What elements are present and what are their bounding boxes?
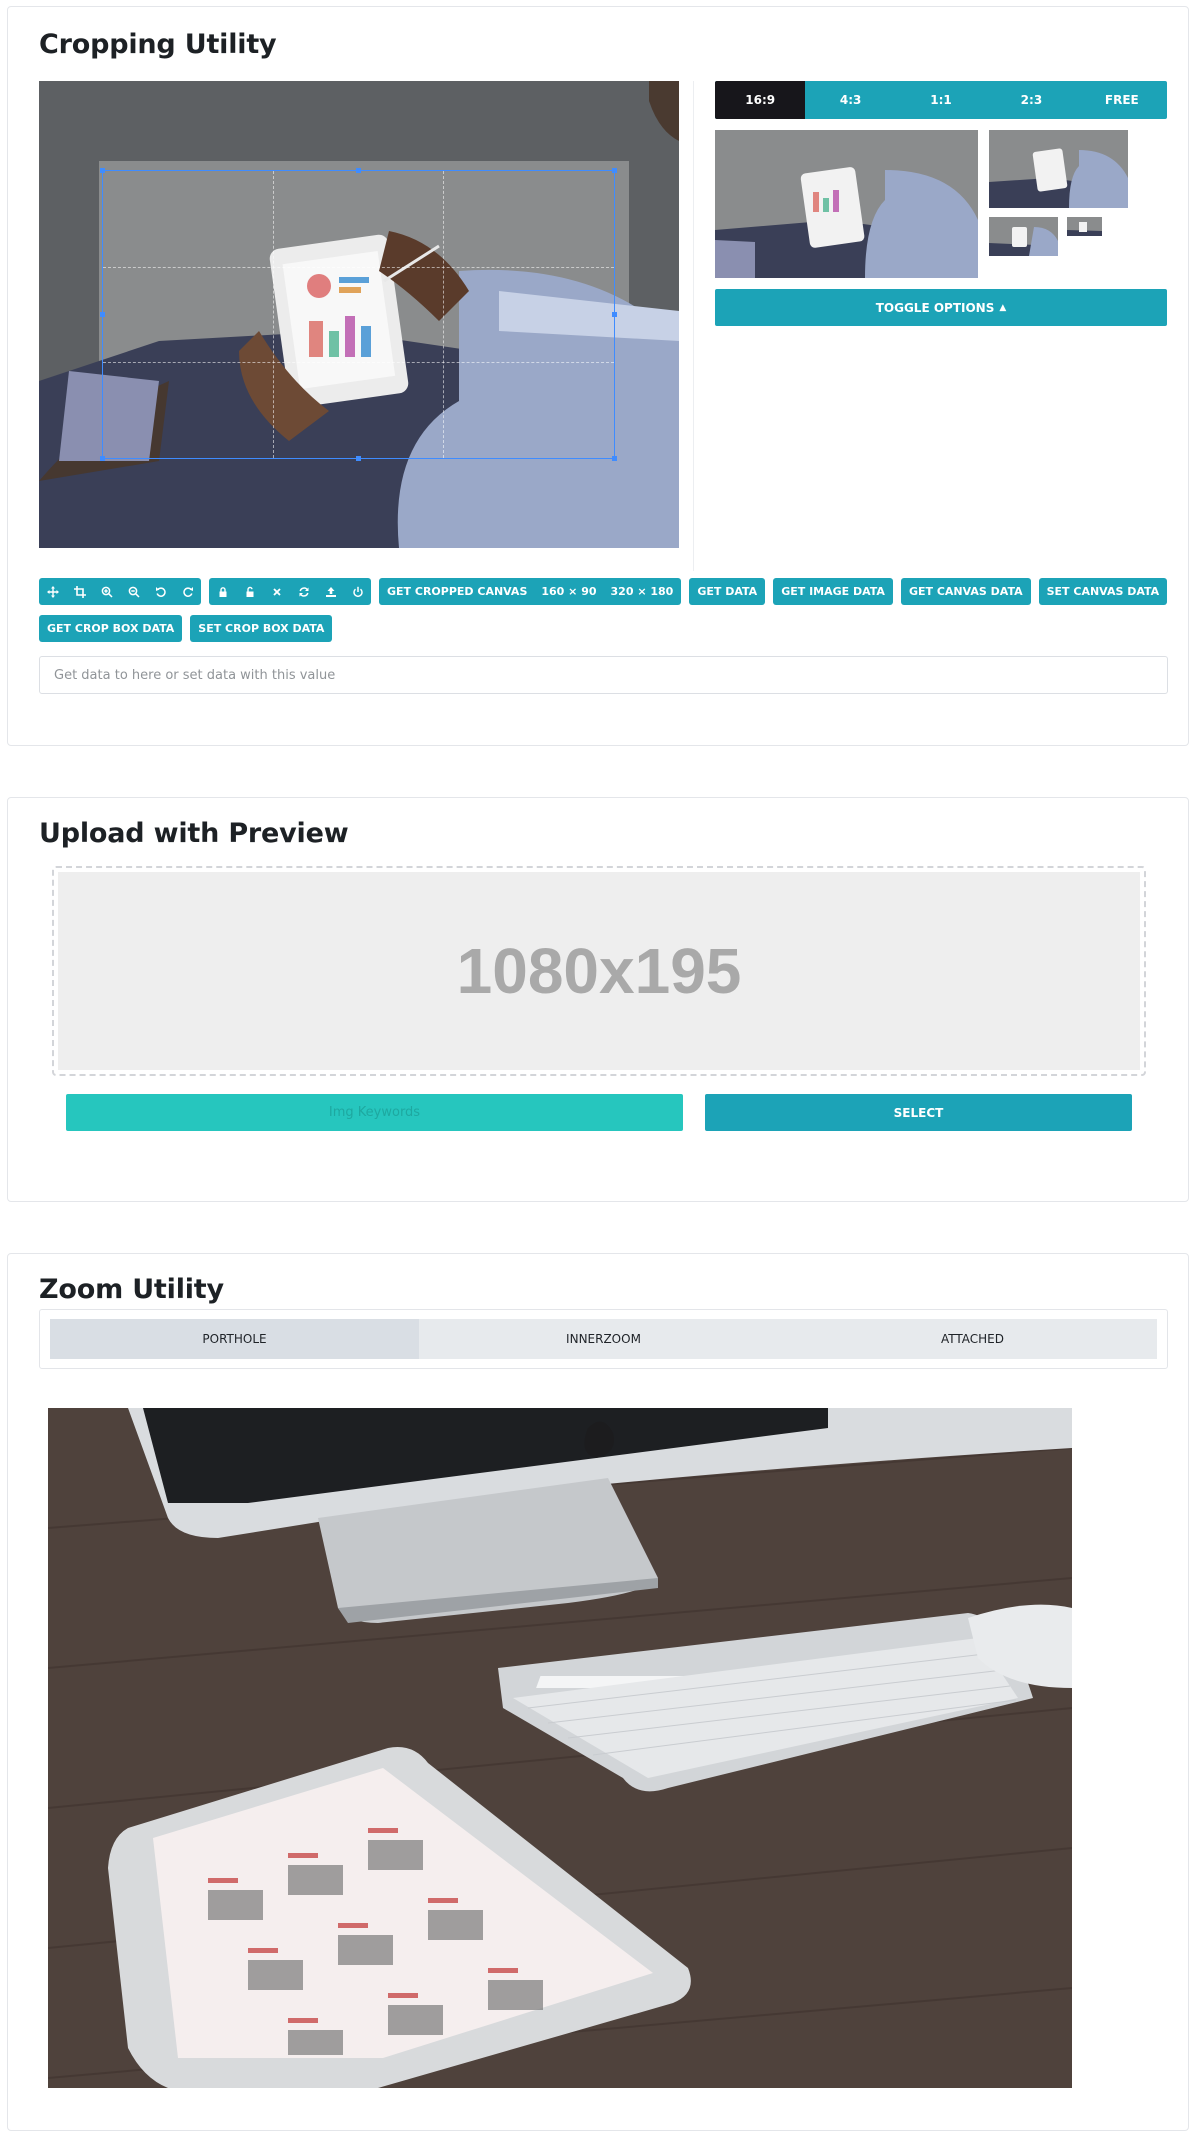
zoom-target-image[interactable]	[48, 1408, 1072, 2088]
crop-preview-large	[715, 130, 978, 278]
rotate-left-icon[interactable]	[147, 578, 174, 605]
get-crop-box-data-button[interactable]: GET CROP BOX DATA	[39, 615, 183, 642]
zoom-tabs: PORTHOLE INNERZOOM ATTACHED	[50, 1319, 1157, 1359]
ratio-4-3-button[interactable]: 4:3	[805, 81, 895, 119]
upload-dropzone[interactable]: 1080x195	[52, 866, 1146, 1076]
crop-handle-s[interactable]	[355, 456, 361, 461]
get-image-data-button[interactable]: GET IMAGE DATA	[773, 578, 893, 605]
size-160x90-option[interactable]: 160 × 90	[541, 585, 596, 598]
set-canvas-data-button[interactable]: SET CANVAS DATA	[1038, 578, 1168, 605]
crop-handle-w[interactable]	[100, 311, 105, 317]
zoom-out-icon[interactable]	[120, 578, 147, 605]
crop-selection-box[interactable]	[100, 168, 617, 461]
zoom-in-icon[interactable]	[93, 578, 120, 605]
crop-preview-medium	[989, 130, 1128, 208]
ratio-2-3-button[interactable]: 2:3	[986, 81, 1076, 119]
crop-handle-se[interactable]	[612, 456, 617, 461]
toggle-options-button[interactable]: TOGGLE OPTIONS ▲	[715, 289, 1167, 326]
crop-image-canvas[interactable]	[39, 81, 679, 548]
rotate-right-icon[interactable]	[174, 578, 201, 605]
select-button[interactable]: SELECT	[705, 1094, 1132, 1131]
upload-preview-card: Upload with Preview 1080x195 SELECT	[7, 797, 1189, 1202]
crop-data-input[interactable]	[39, 656, 1168, 694]
placeholder-dimensions: 1080x195	[456, 935, 742, 1007]
set-crop-box-data-button[interactable]: SET CROP BOX DATA	[190, 615, 333, 642]
refresh-icon[interactable]	[290, 578, 317, 605]
unlock-icon[interactable]	[236, 578, 263, 605]
image-keywords-input[interactable]	[66, 1094, 683, 1131]
crop-toolbar: GET CROPPED CANVAS 160 × 90 320 × 180 GE…	[39, 578, 1169, 652]
zoom-tabs-container: PORTHOLE INNERZOOM ATTACHED	[39, 1309, 1168, 1369]
cropping-utility-title: Cropping Utility	[39, 29, 277, 60]
zoom-utility-title: Zoom Utility	[39, 1274, 224, 1305]
get-cropped-canvas-label: GET CROPPED CANVAS	[387, 585, 528, 598]
ratio-1-1-button[interactable]: 1:1	[896, 81, 986, 119]
get-cropped-canvas-button[interactable]: GET CROPPED CANVAS 160 × 90 320 × 180	[379, 578, 682, 605]
tab-porthole[interactable]: PORTHOLE	[50, 1319, 419, 1359]
zoom-utility-card: Zoom Utility PORTHOLE INNERZOOM ATTACHED	[7, 1253, 1189, 2131]
image-placeholder: 1080x195	[58, 872, 1140, 1070]
aspect-ratio-group: 16:9 4:3 1:1 2:3 FREE	[715, 81, 1167, 119]
lock-icon[interactable]	[209, 578, 236, 605]
crop-guide-line	[273, 171, 275, 458]
crop-handle-e[interactable]	[612, 311, 617, 317]
crop-preview-xsmall	[1067, 217, 1102, 236]
crop-handle-nw[interactable]	[100, 168, 105, 173]
get-canvas-data-button[interactable]: GET CANVAS DATA	[900, 578, 1031, 605]
cropping-utility-card: Cropping Utility 16:9 4:3 1:1 2:3 FREE T…	[7, 6, 1189, 746]
move-icon[interactable]	[39, 578, 66, 605]
crop-guide-line	[103, 266, 614, 268]
crop-tools-group-1	[39, 578, 201, 605]
get-data-button[interactable]: GET DATA	[689, 578, 766, 605]
crop-handle-sw[interactable]	[100, 456, 105, 461]
size-320x180-option[interactable]: 320 × 180	[611, 585, 674, 598]
upload-preview-title: Upload with Preview	[39, 818, 349, 849]
toggle-options-label: TOGGLE OPTIONS	[875, 300, 995, 315]
crop-preview-small	[989, 217, 1058, 256]
clear-icon[interactable]	[263, 578, 290, 605]
crop-handle-ne[interactable]	[612, 168, 617, 173]
ratio-16-9-button[interactable]: 16:9	[715, 81, 806, 119]
ratio-free-button[interactable]: FREE	[1077, 81, 1167, 119]
tab-attached[interactable]: ATTACHED	[788, 1319, 1157, 1359]
column-divider	[693, 81, 694, 571]
crop-handle-n[interactable]	[355, 168, 361, 173]
tab-innerzoom[interactable]: INNERZOOM	[419, 1319, 788, 1359]
caret-up-icon: ▲	[999, 302, 1007, 313]
crop-guide-line	[103, 362, 614, 364]
crop-tools-group-2	[209, 578, 371, 605]
crop-guide-line	[443, 171, 445, 458]
desk-photo	[48, 1408, 1072, 2088]
power-icon[interactable]	[344, 578, 371, 605]
crop-icon[interactable]	[66, 578, 93, 605]
upload-icon[interactable]	[317, 578, 344, 605]
